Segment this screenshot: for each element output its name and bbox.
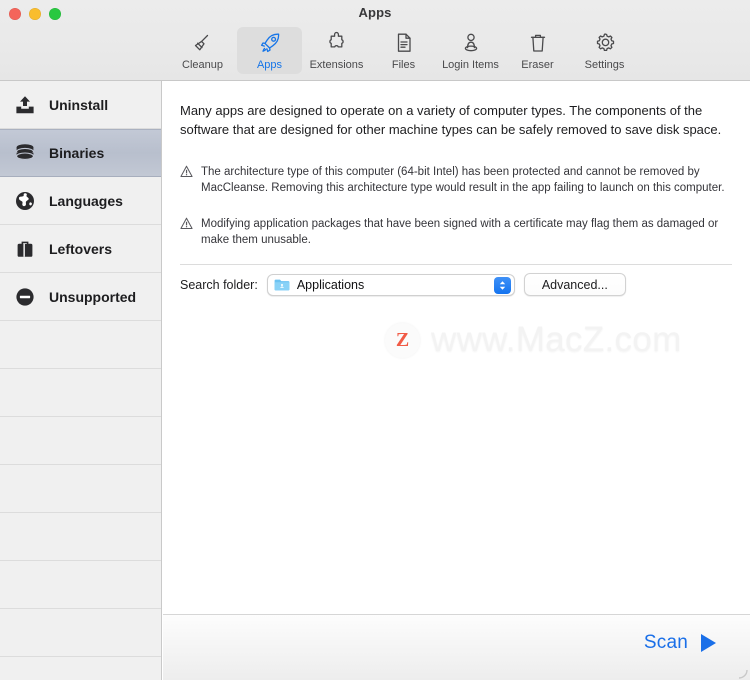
warning-text: The architecture type of this computer (… xyxy=(201,166,725,194)
toolbar-item-eraser[interactable]: Eraser xyxy=(505,27,570,74)
warning-triangle-icon xyxy=(180,216,193,248)
toolbar-item-cleanup[interactable]: Cleanup xyxy=(170,27,235,74)
warning-text: Modifying application packages that have… xyxy=(201,218,719,246)
window-title: Apps xyxy=(358,5,392,20)
toolbar-item-label: Apps xyxy=(256,59,283,71)
section-divider xyxy=(180,264,732,265)
search-folder-label: Search folder: xyxy=(180,277,258,292)
main-content: Many apps are designed to operate on a v… xyxy=(163,81,750,614)
sidebar-item-label: Unsupported xyxy=(49,288,137,305)
puzzle-icon xyxy=(325,30,349,56)
scan-button[interactable]: Scan xyxy=(644,632,716,654)
sidebar-item-label: Uninstall xyxy=(49,96,109,113)
titlebar: Apps Cleanup Apps Extensions Files Login… xyxy=(0,0,750,81)
sidebar-empty-row xyxy=(0,561,161,609)
briefcase-icon xyxy=(10,237,40,261)
search-folder-row: Search folder: Applications Advanced... xyxy=(180,273,626,296)
toolbar: Cleanup Apps Extensions Files Login Item… xyxy=(170,27,637,74)
search-folder-popup-button[interactable]: Applications xyxy=(266,273,515,296)
toolbar-item-label: Extensions xyxy=(309,59,364,71)
scan-button-label: Scan xyxy=(643,632,688,653)
person-icon xyxy=(458,30,484,56)
sidebar-empty-row xyxy=(0,609,161,657)
chevron-up-down-icon[interactable] xyxy=(493,276,511,294)
broom-icon xyxy=(191,30,215,56)
uninstall-arrow-icon xyxy=(10,93,40,117)
sidebar-item-uninstall[interactable]: Uninstall xyxy=(0,81,161,129)
play-triangle-icon xyxy=(701,634,716,652)
toolbar-item-label: Eraser xyxy=(521,59,554,71)
folder-icon xyxy=(274,278,290,292)
sidebar: Uninstall Binaries Languages Leftovers U… xyxy=(0,81,162,680)
sidebar-item-label: Leftovers xyxy=(49,240,113,257)
database-icon xyxy=(10,141,40,165)
sidebar-item-unsupported[interactable]: Unsupported xyxy=(0,273,161,321)
sidebar-empty-row xyxy=(0,417,161,465)
globe-icon xyxy=(10,189,40,213)
toolbar-item-label: Settings xyxy=(584,59,625,71)
minus-circle-icon xyxy=(10,285,40,309)
sidebar-item-languages[interactable]: Languages xyxy=(0,177,161,225)
document-icon xyxy=(392,30,416,56)
warning-triangle-icon xyxy=(180,164,193,196)
toolbar-item-label: Cleanup xyxy=(182,59,223,71)
watermark-badge-icon: Z xyxy=(385,322,420,358)
toolbar-item-files[interactable]: Files xyxy=(371,27,436,74)
watermark-text: www.MacZ.com xyxy=(431,320,682,359)
sidebar-item-label: Languages xyxy=(49,192,123,209)
resize-grip-icon[interactable] xyxy=(734,665,748,679)
advanced-button[interactable]: Advanced... xyxy=(523,273,626,296)
toolbar-item-label: Files xyxy=(391,59,416,71)
app-window: Apps Cleanup Apps Extensions Files Login… xyxy=(0,0,750,680)
rocket-icon xyxy=(258,30,282,56)
sidebar-empty-row xyxy=(0,369,161,417)
sidebar-empty-row xyxy=(0,513,161,561)
toolbar-item-label: Login Items xyxy=(442,59,499,71)
toolbar-item-apps[interactable]: Apps xyxy=(237,27,302,74)
warning-message: Modifying application packages that have… xyxy=(180,216,732,248)
footer-bar: Scan xyxy=(163,614,750,680)
toolbar-item-extensions[interactable]: Extensions xyxy=(304,27,369,74)
toolbar-item-settings[interactable]: Settings xyxy=(572,27,637,74)
sidebar-empty-row xyxy=(0,465,161,513)
sidebar-item-leftovers[interactable]: Leftovers xyxy=(0,225,161,273)
gear-icon xyxy=(593,30,617,56)
toolbar-item-login-items[interactable]: Login Items xyxy=(438,27,503,74)
trash-icon xyxy=(526,30,550,56)
warning-message: The architecture type of this computer (… xyxy=(180,164,732,196)
search-folder-value: Applications xyxy=(296,277,365,292)
sidebar-item-label: Binaries xyxy=(49,145,105,161)
intro-text: Many apps are designed to operate on a v… xyxy=(180,103,722,137)
watermark: Z www.MacZ.com xyxy=(385,320,682,360)
sidebar-empty-row xyxy=(0,321,161,369)
sidebar-item-binaries[interactable]: Binaries xyxy=(0,129,161,177)
